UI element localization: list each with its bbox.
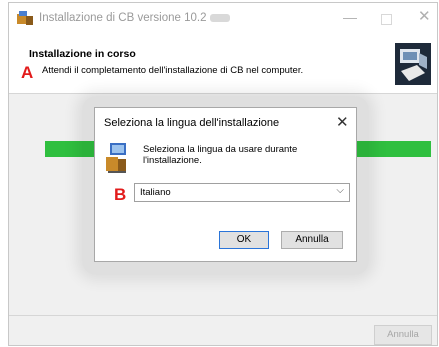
- dialog-cancel-button[interactable]: Annulla: [281, 231, 343, 249]
- close-window-button[interactable]: ✕: [418, 9, 431, 25]
- chevron-down-icon: ⌵: [336, 185, 344, 196]
- page-title: Installazione in corso: [29, 48, 136, 60]
- installer-icon: [17, 11, 33, 25]
- language-select[interactable]: Italiano ⌵: [134, 183, 350, 202]
- window-title: Installazione di CB versione 10.2: [39, 12, 230, 24]
- page-subtitle: Attendi il completamento dell'installazi…: [42, 65, 304, 76]
- language-select-value: Italiano: [140, 187, 171, 198]
- minimize-button[interactable]: —: [343, 9, 357, 25]
- maximize-button[interactable]: [381, 14, 392, 25]
- header-area: Installazione in corso A Attendi il comp…: [9, 33, 437, 94]
- footer-divider: [9, 315, 437, 316]
- title-bar: Installazione di CB versione 10.2 — ✕: [9, 3, 437, 33]
- installer-logo-icon: [395, 43, 431, 85]
- redacted-text: [209, 13, 230, 22]
- dialog-title: Seleziona la lingua dell'installazione: [104, 117, 280, 129]
- ok-button[interactable]: OK: [219, 231, 269, 249]
- annotation-marker-b: B: [114, 185, 127, 204]
- dialog-message: Seleziona la lingua da usare durante l'i…: [143, 144, 298, 166]
- language-dialog: Seleziona la lingua dell'installazione ✕…: [94, 107, 357, 262]
- setup-computer-icon: [106, 143, 126, 173]
- close-icon[interactable]: ✕: [336, 113, 349, 131]
- annotation-marker-a: A: [21, 63, 34, 82]
- cancel-install-button[interactable]: Annulla: [374, 325, 432, 345]
